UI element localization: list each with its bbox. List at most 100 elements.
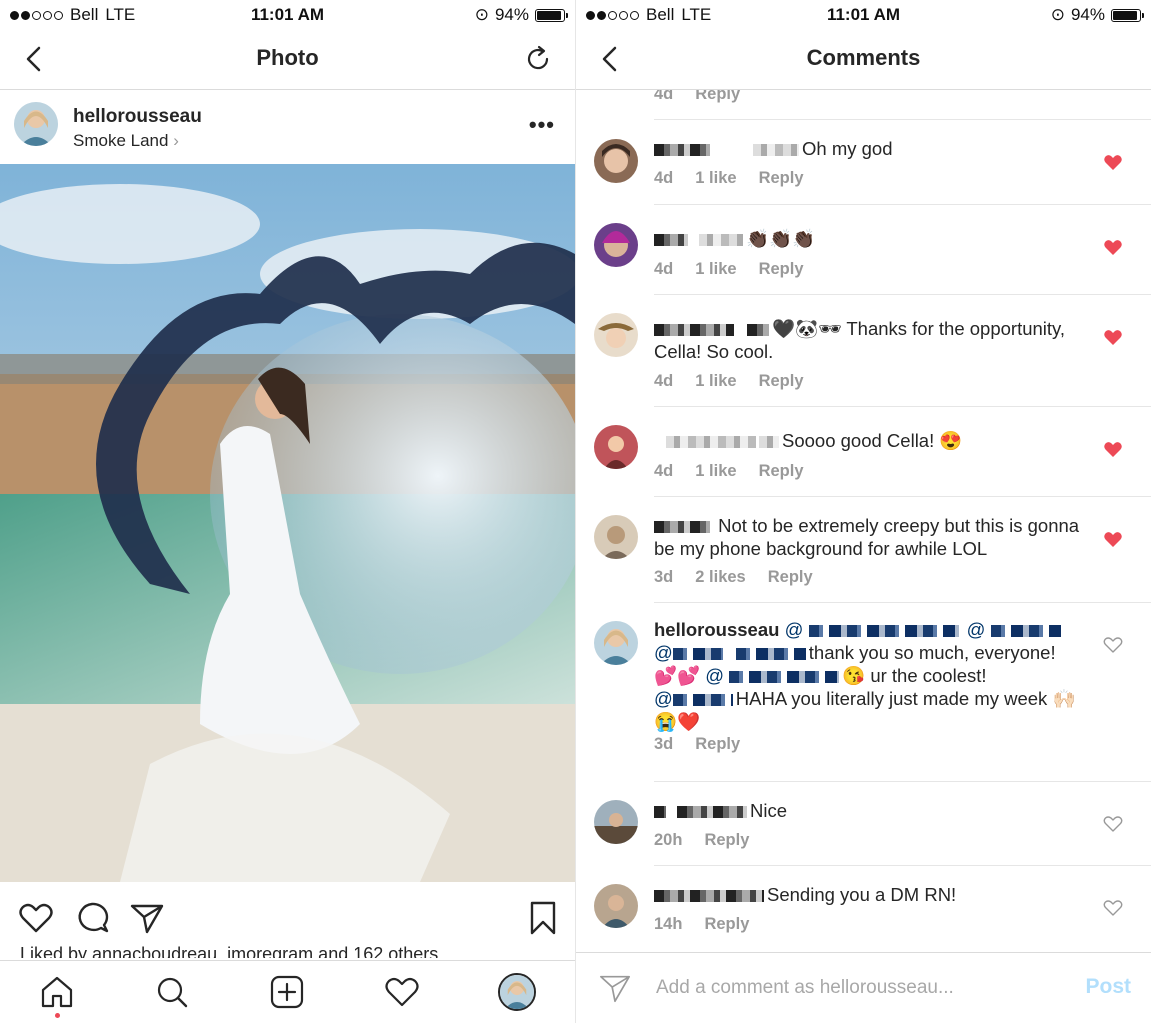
battery-icon bbox=[1111, 8, 1144, 22]
redacted-username bbox=[654, 324, 734, 337]
location-label: Smoke Land bbox=[73, 131, 169, 150]
post-photo[interactable] bbox=[0, 164, 575, 882]
comment-time: 4d bbox=[654, 372, 674, 390]
status-bar: Bell LTE 11:01 AM ⊙ 94% bbox=[576, 0, 1151, 30]
photo-screen: Bell LTE 11:01 AM ⊙ 94% Photo hellorouss… bbox=[0, 0, 575, 1023]
redacted-mention bbox=[808, 625, 959, 638]
comments-screen: Bell LTE 11:01 AM ⊙ 94% Comments 4d Reply… bbox=[576, 0, 1151, 1023]
nav-bar: Comments bbox=[576, 30, 1151, 90]
reply-button[interactable]: Reply bbox=[768, 568, 813, 587]
redacted-mention bbox=[672, 648, 723, 661]
page-title: Photo bbox=[256, 45, 319, 70]
comment-icon[interactable] bbox=[74, 900, 110, 936]
activity-icon[interactable] bbox=[383, 973, 421, 1011]
avatar[interactable] bbox=[14, 102, 58, 146]
reply-button[interactable]: Reply bbox=[695, 90, 740, 104]
redacted-mention bbox=[677, 806, 747, 819]
post-header: hellorousseau Smoke Land › ••• bbox=[0, 90, 575, 165]
heart-filled-icon[interactable] bbox=[1103, 439, 1123, 459]
battery-label: 94% bbox=[494, 5, 529, 24]
battery-icon bbox=[535, 8, 568, 22]
post-username[interactable]: hellorousseau bbox=[73, 106, 202, 128]
heart-filled-icon[interactable] bbox=[1103, 529, 1123, 549]
comment-row: Oh my god 4d 1 like Reply bbox=[576, 120, 1151, 205]
bookmark-icon[interactable] bbox=[525, 900, 561, 936]
comment-row: hellorousseau @ @ @ thank you so much, ev… bbox=[576, 603, 1151, 782]
mention-link[interactable]: @ bbox=[705, 665, 842, 686]
liked-by-text[interactable]: Liked by annacboudreau, jmoregram and 16… bbox=[20, 944, 438, 958]
comment-row: Soooo good Cella! 😍 4d 1 like Reply bbox=[576, 407, 1151, 497]
comment-time: 4d bbox=[654, 260, 674, 278]
comment-text: Not to be extremely creepy but this is g… bbox=[654, 515, 1080, 559]
nav-bar: Photo bbox=[0, 30, 575, 90]
mention-link[interactable]: @ @ bbox=[785, 619, 1064, 640]
comment-likes[interactable]: 2 likes bbox=[695, 568, 745, 587]
reply-button[interactable]: Reply bbox=[759, 462, 804, 481]
comment-time: 4d bbox=[654, 90, 674, 103]
search-icon[interactable] bbox=[153, 973, 191, 1011]
comment-text: Sending you a DM RN! bbox=[767, 884, 957, 905]
add-icon[interactable] bbox=[268, 973, 306, 1011]
comment-time: 14h bbox=[654, 915, 683, 933]
profile-icon[interactable] bbox=[498, 973, 536, 1011]
reply-button[interactable]: Reply bbox=[695, 735, 740, 754]
heart-icon[interactable] bbox=[18, 900, 54, 936]
redacted-mention bbox=[747, 324, 769, 337]
heart-outline-icon[interactable] bbox=[1103, 898, 1123, 918]
comment-text: 💕💕 bbox=[654, 665, 701, 686]
mention-link[interactable]: @ bbox=[654, 688, 736, 709]
comment-likes[interactable]: 1 like bbox=[695, 169, 736, 188]
avatar[interactable] bbox=[594, 139, 638, 183]
tab-bar bbox=[0, 960, 575, 1023]
redacted-mention bbox=[990, 625, 1061, 638]
comment-likes[interactable]: 1 like bbox=[695, 372, 736, 391]
redacted-mention bbox=[753, 144, 799, 157]
post-actions bbox=[0, 882, 575, 952]
comment-row: Not to be extremely creepy but this is g… bbox=[576, 497, 1151, 603]
home-icon[interactable] bbox=[38, 973, 76, 1011]
comment-likes[interactable]: 1 like bbox=[695, 260, 736, 279]
redacted-mention bbox=[729, 671, 840, 684]
comment-likes[interactable]: 1 like bbox=[695, 462, 736, 481]
avatar[interactable] bbox=[594, 515, 638, 559]
comment-list[interactable]: 4d Reply Oh my god 4d 1 like Reply 👏🏿👏🏿👏🏿 4… bbox=[576, 90, 1151, 952]
reply-button[interactable]: Reply bbox=[759, 372, 804, 391]
comment-text: thank you so much, everyone! bbox=[808, 642, 1056, 663]
reply-button[interactable]: Reply bbox=[759, 260, 804, 279]
share-icon[interactable] bbox=[129, 900, 165, 936]
comment-input-bar: Add a comment as hellorousseau... Post bbox=[576, 952, 1151, 1023]
post-location[interactable]: Smoke Land › bbox=[73, 131, 179, 151]
comment-text: Nice bbox=[750, 800, 788, 821]
avatar[interactable] bbox=[594, 313, 638, 357]
reply-button[interactable]: Reply bbox=[759, 169, 804, 188]
avatar[interactable] bbox=[594, 621, 638, 665]
page-title: Comments bbox=[806, 45, 921, 70]
avatar[interactable] bbox=[594, 884, 638, 928]
comment-input[interactable]: Add a comment as hellorousseau... bbox=[656, 977, 954, 999]
comment-username[interactable]: hellorousseau bbox=[654, 619, 779, 640]
notification-dot bbox=[55, 1013, 60, 1018]
more-icon[interactable]: ••• bbox=[529, 112, 555, 138]
heart-filled-icon[interactable] bbox=[1103, 327, 1123, 347]
reply-button[interactable]: Reply bbox=[704, 831, 749, 850]
comment-text: Oh my god bbox=[802, 138, 893, 159]
reply-button[interactable]: Reply bbox=[704, 915, 749, 934]
avatar[interactable] bbox=[594, 425, 638, 469]
battery-label: 94% bbox=[1070, 5, 1105, 24]
comment-time: 4d bbox=[654, 462, 674, 480]
comment-time: 3d bbox=[654, 735, 674, 753]
post-button[interactable]: Post bbox=[1085, 975, 1131, 999]
comment-row-partial: 4d Reply bbox=[576, 90, 1151, 120]
comment-row: 🖤🐼🕶 Thanks for the opportunity, Cella! S… bbox=[576, 295, 1151, 407]
mention-link[interactable]: @ bbox=[654, 642, 809, 663]
heart-filled-icon[interactable] bbox=[1103, 152, 1123, 172]
redacted-username bbox=[654, 144, 710, 157]
heart-outline-icon[interactable] bbox=[1103, 814, 1123, 834]
avatar[interactable] bbox=[594, 800, 638, 844]
avatar[interactable] bbox=[594, 223, 638, 267]
send-icon[interactable] bbox=[598, 971, 632, 1005]
heart-outline-icon[interactable] bbox=[1103, 635, 1123, 655]
heart-filled-icon[interactable] bbox=[1103, 237, 1123, 257]
redacted-username bbox=[666, 436, 756, 449]
refresh-icon[interactable] bbox=[523, 44, 553, 74]
